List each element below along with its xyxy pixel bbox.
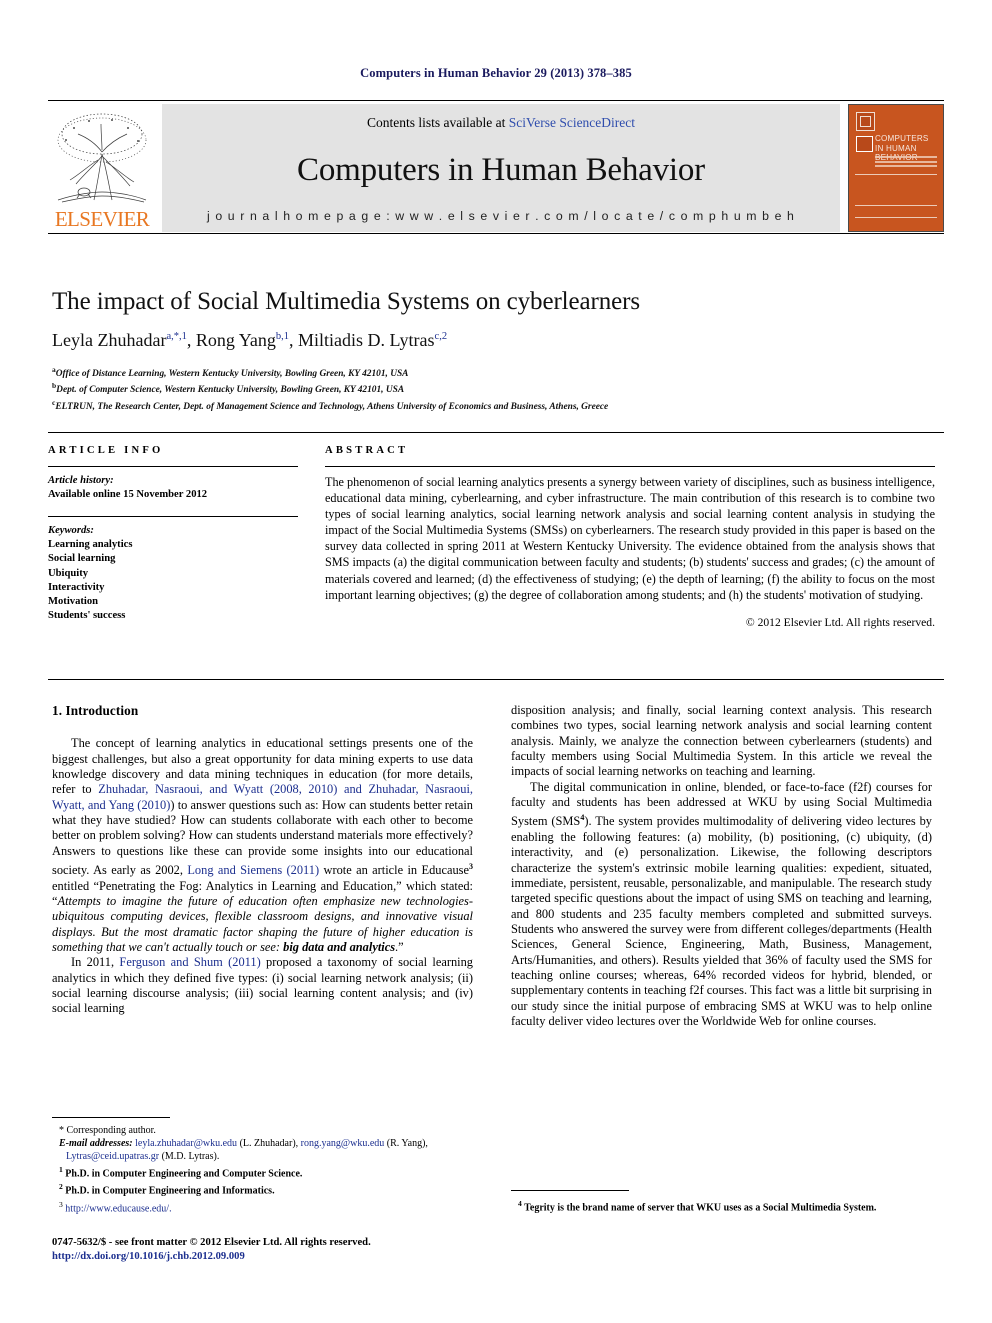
- abstract-rule: [325, 466, 935, 467]
- contents-available-line: Contents lists available at SciVerse Sci…: [162, 115, 840, 131]
- email-link-1[interactable]: leyla.zhuhadar@wku.edu: [135, 1138, 237, 1149]
- issn-line: 0747-5632/$ - see front matter © 2012 El…: [52, 1237, 371, 1248]
- running-head: Computers in Human Behavior 29 (2013) 37…: [360, 66, 632, 80]
- keywords-list: Learning analytics Social learning Ubiqu…: [48, 538, 298, 624]
- journal-title: Computers in Human Behavior: [297, 151, 705, 188]
- email-link-3[interactable]: Lytras@ceid.upatras.gr: [66, 1151, 159, 1162]
- keyword-item: Students' success: [48, 610, 126, 622]
- abstract-copyright: © 2012 Elsevier Ltd. All rights reserved…: [745, 615, 935, 629]
- imprint-block: 0747-5632/$ - see front matter © 2012 El…: [52, 1236, 512, 1263]
- educause-link[interactable]: http://www.educause.edu/.: [65, 1203, 171, 1214]
- cover-logo-icon: [856, 136, 873, 152]
- article-history-label: Article history:: [48, 475, 114, 486]
- cover-divider-1: [855, 174, 937, 175]
- email-addresses-note: E-mail addresses: leyla.zhuhadar@wku.edu…: [59, 1138, 428, 1162]
- email-link-2[interactable]: rong.yang@wku.edu: [301, 1138, 385, 1149]
- email-label: E-mail addresses:: [59, 1138, 133, 1149]
- affiliation-item: aOffice of Distance Learning, Western Ke…: [52, 365, 409, 380]
- keywords-block: Keywords: Learning analytics Social lear…: [48, 516, 298, 624]
- journal-homepage[interactable]: j o u r n a l h o m e p a g e : w w w . …: [162, 209, 840, 223]
- elsevier-logo: ELSEVIER: [48, 104, 156, 232]
- sciencedirect-link[interactable]: SciVerse ScienceDirect: [509, 115, 635, 130]
- contents-prefix: Contents lists available at: [366, 115, 509, 130]
- body-column-left: 1. Introduction The concept of learning …: [52, 703, 473, 1017]
- doi-link[interactable]: http://dx.doi.org/10.1016/j.chb.2012.09.…: [52, 1250, 512, 1264]
- abstract-block: ABSTRACT The phenomenon of social learni…: [325, 445, 935, 629]
- paper-page: Computers in Human Behavior 29 (2013) 37…: [0, 0, 992, 1323]
- article-info-rule-top: [48, 466, 298, 467]
- paragraph: The digital communication in online, ble…: [511, 779, 933, 1028]
- affiliation-item: bDept. of Computer Science, Western Kent…: [52, 381, 405, 396]
- keyword-item: Ubiquity: [48, 567, 89, 579]
- keyword-item: Motivation: [48, 596, 99, 608]
- paragraph: In 2011, Ferguson and Shum (2011) propos…: [52, 955, 474, 1016]
- author-list: Leyla Zhuhadara,*,1, Rong Yangb,1, Milti…: [52, 330, 448, 350]
- article-info-block: ARTICLE INFO Article history: Available …: [48, 445, 298, 624]
- keyword-item: Learning analytics: [48, 539, 133, 550]
- quoted-emphasis: big data and analytics: [283, 939, 396, 954]
- abstract-heading: ABSTRACT: [325, 445, 409, 456]
- elsevier-wordmark: ELSEVIER: [54, 207, 150, 231]
- footnote-marker-3[interactable]: 3: [469, 862, 473, 871]
- affiliation-item: cELTRUN, The Research Center, Dept. of M…: [52, 397, 609, 412]
- body-column-right: disposition analysis; and finally, socia…: [511, 703, 932, 1029]
- cover-emblem-icon: [856, 112, 875, 131]
- corresponding-author-note: * Corresponding author.: [59, 1125, 156, 1136]
- section-heading-introduction: 1. Introduction: [52, 703, 139, 718]
- paragraph: disposition analysis; and finally, socia…: [511, 703, 932, 779]
- footnote-1: 1 Ph.D. in Computer Engineering and Comp…: [59, 1165, 303, 1180]
- cover-subtitle-lines: [875, 156, 937, 170]
- article-history-value: Available online 15 November 2012: [48, 489, 208, 500]
- footnote-block-left: * Corresponding author. E-mail addresses…: [52, 1117, 473, 1215]
- footnote-block-right: 4 Tegrity is the brand name of server th…: [511, 1190, 941, 1214]
- footnote-3: 3 http://www.educause.edu/.: [59, 1199, 172, 1214]
- paper-title: The impact of Social Multimedia Systems …: [52, 288, 640, 315]
- footnote-rule-right: [511, 1190, 629, 1191]
- keywords-rule: [48, 516, 298, 517]
- citation-link[interactable]: Long and Siemens (2011): [187, 863, 319, 877]
- quoted-text: Attempts to imagine the future of educat…: [52, 893, 473, 954]
- keyword-item: Social learning: [48, 553, 116, 565]
- elsevier-tree-icon: [57, 113, 147, 203]
- affiliation-list: aOffice of Distance Learning, Western Ke…: [52, 364, 902, 413]
- keyword-item: Interactivity: [48, 581, 105, 593]
- article-info-heading: ARTICLE INFO: [48, 445, 164, 456]
- abstract-text: The phenomenon of social learning analyt…: [325, 475, 935, 602]
- paragraph: The concept of learning analytics in edu…: [52, 736, 474, 954]
- footnote-2: 2 Ph.D. in Computer Engineering and Info…: [59, 1182, 275, 1197]
- cover-divider-2: [855, 205, 937, 206]
- info-abstract-band: ARTICLE INFO Article history: Available …: [48, 432, 944, 680]
- keywords-label: Keywords:: [48, 525, 94, 536]
- cover-divider-3: [855, 217, 937, 218]
- journal-masthead: ELSEVIER Contents lists available at Sci…: [48, 100, 944, 234]
- footnote-rule: [52, 1117, 170, 1118]
- masthead-band: Contents lists available at SciVerse Sci…: [162, 104, 840, 232]
- citation-link[interactable]: Ferguson and Shum (2011): [119, 955, 260, 969]
- footnote-4: 4 Tegrity is the brand name of server th…: [518, 1199, 877, 1214]
- journal-cover-thumbnail: COMPUTERS IN HUMAN BEHAVIOR: [848, 104, 944, 232]
- masthead-inner: ELSEVIER Contents lists available at Sci…: [48, 104, 944, 232]
